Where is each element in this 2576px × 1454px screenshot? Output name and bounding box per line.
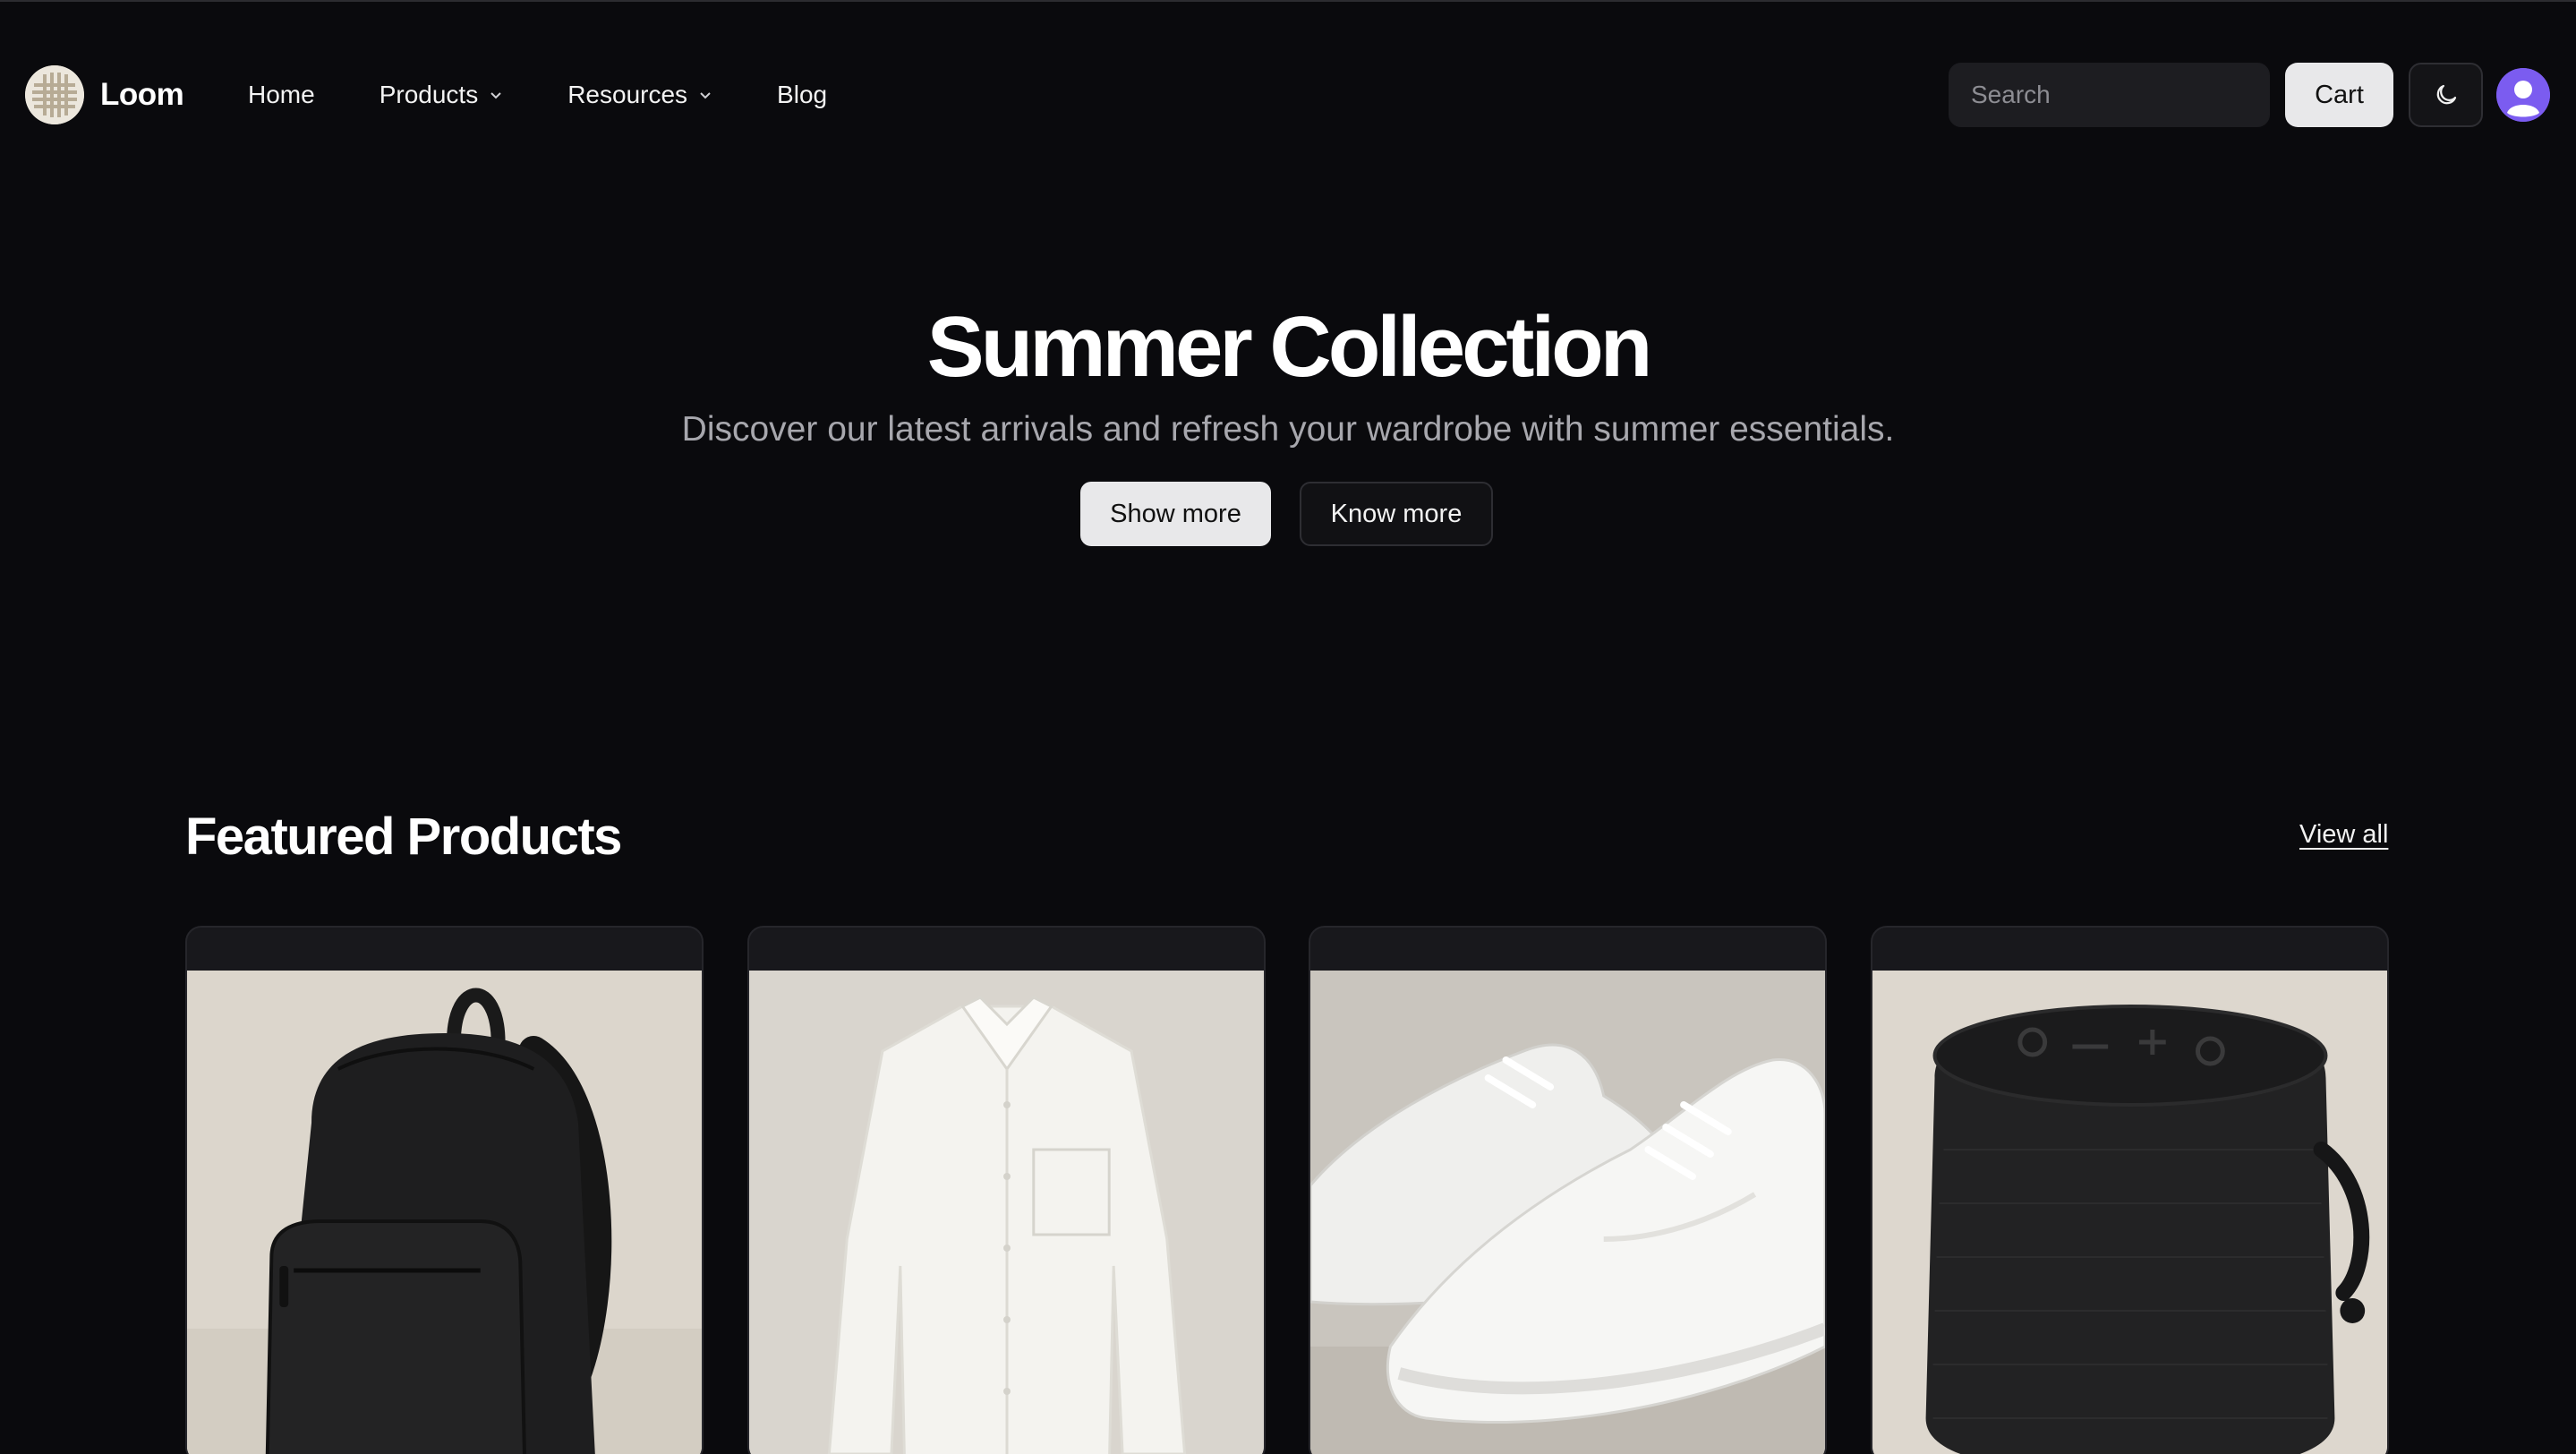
view-all-link[interactable]: View all	[2299, 820, 2388, 850]
product-card[interactable]	[1309, 926, 1827, 1454]
theme-toggle-button[interactable]	[2409, 63, 2483, 127]
nav-item-resources[interactable]: Resources	[567, 81, 712, 109]
nav-item-home[interactable]: Home	[248, 81, 315, 109]
main-nav: Home Products Resources Blog	[248, 75, 891, 115]
product-card[interactable]	[1871, 926, 2389, 1454]
nav-item-label: Products	[379, 81, 479, 108]
nav-item-label: Home	[248, 81, 315, 108]
moon-icon	[2436, 84, 2456, 105]
nav-item-label: Resources	[567, 81, 688, 108]
hero-subtitle: Discover our latest arrivals and refresh…	[681, 410, 1895, 449]
chevron-down-icon	[700, 92, 711, 99]
search-input[interactable]	[1949, 63, 2270, 127]
nav-item-products[interactable]: Products	[380, 81, 504, 109]
product-card[interactable]	[185, 926, 704, 1454]
chevron-down-icon	[490, 92, 501, 99]
brand-link[interactable]: Loom	[25, 64, 184, 125]
backpack-image	[187, 971, 702, 1454]
know-more-button[interactable]: Know more	[1300, 482, 1493, 546]
brand-name: Loom	[100, 77, 184, 112]
product-card[interactable]	[747, 926, 1266, 1454]
bluetooth-speaker-image	[1872, 971, 2387, 1454]
section-title: Featured Products	[185, 808, 622, 866]
page: Loom Home Products Resources Blog Search…	[0, 0, 2576, 1454]
loom-logo-icon	[25, 65, 84, 124]
hero-title: Summer Collection	[926, 299, 1653, 395]
user-icon	[2496, 68, 2550, 122]
white-sneakers-image	[1310, 971, 1825, 1454]
white-shirt-image	[749, 971, 1264, 1454]
user-avatar[interactable]	[2496, 68, 2550, 122]
nav-item-blog[interactable]: Blog	[777, 81, 827, 109]
hero-actions: Show more Know more	[1080, 482, 1493, 546]
nav-item-label: Blog	[777, 81, 828, 108]
site-header: Loom Home Products Resources Blog Search…	[0, 0, 2576, 190]
show-more-button[interactable]: Show more	[1080, 482, 1271, 546]
cart-button[interactable]: Cart	[2285, 63, 2393, 127]
